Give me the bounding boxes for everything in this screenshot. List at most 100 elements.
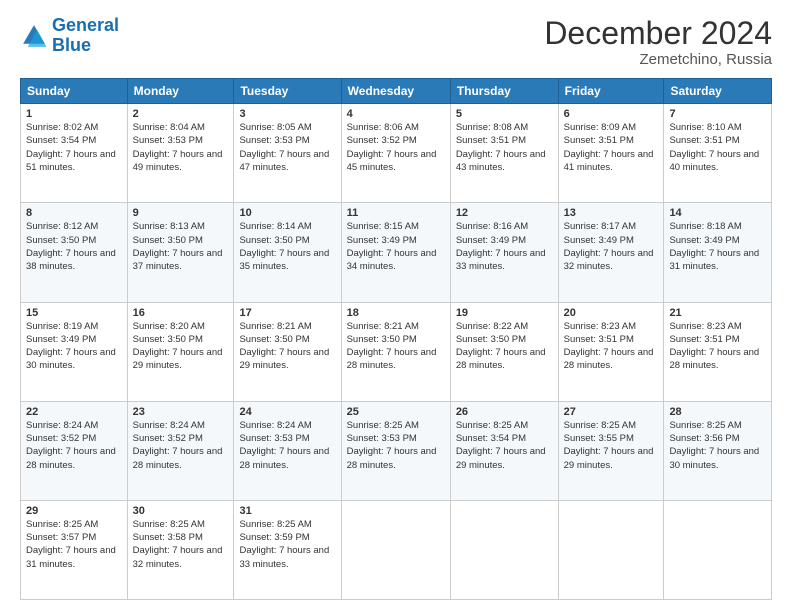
day-detail: Sunrise: 8:21 AMSunset: 3:50 PMDaylight:… <box>239 320 335 373</box>
day-number: 12 <box>456 207 553 219</box>
calendar-cell: 11Sunrise: 8:15 AMSunset: 3:49 PMDayligh… <box>341 203 450 302</box>
day-detail: Sunrise: 8:16 AMSunset: 3:49 PMDaylight:… <box>456 220 553 273</box>
day-number: 23 <box>133 406 229 418</box>
calendar-week-5: 29Sunrise: 8:25 AMSunset: 3:57 PMDayligh… <box>21 500 772 599</box>
day-detail: Sunrise: 8:24 AMSunset: 3:53 PMDaylight:… <box>239 419 335 472</box>
day-number: 17 <box>239 307 335 319</box>
calendar-cell: 27Sunrise: 8:25 AMSunset: 3:55 PMDayligh… <box>558 401 664 500</box>
day-detail: Sunrise: 8:05 AMSunset: 3:53 PMDaylight:… <box>239 121 335 174</box>
calendar-title: December 2024 <box>544 16 772 51</box>
calendar-week-1: 1Sunrise: 8:02 AMSunset: 3:54 PMDaylight… <box>21 104 772 203</box>
day-detail: Sunrise: 8:15 AMSunset: 3:49 PMDaylight:… <box>347 220 445 273</box>
calendar-cell <box>664 500 772 599</box>
calendar-cell: 31Sunrise: 8:25 AMSunset: 3:59 PMDayligh… <box>234 500 341 599</box>
day-detail: Sunrise: 8:25 AMSunset: 3:56 PMDaylight:… <box>669 419 766 472</box>
header: General Blue December 2024 Zemetchino, R… <box>20 16 772 68</box>
calendar-header-row: Sunday Monday Tuesday Wednesday Thursday… <box>21 79 772 104</box>
day-detail: Sunrise: 8:25 AMSunset: 3:54 PMDaylight:… <box>456 419 553 472</box>
calendar-cell: 23Sunrise: 8:24 AMSunset: 3:52 PMDayligh… <box>127 401 234 500</box>
day-number: 7 <box>669 108 766 120</box>
calendar-cell: 20Sunrise: 8:23 AMSunset: 3:51 PMDayligh… <box>558 302 664 401</box>
day-number: 30 <box>133 505 229 517</box>
day-detail: Sunrise: 8:25 AMSunset: 3:57 PMDaylight:… <box>26 518 122 571</box>
calendar-cell <box>450 500 558 599</box>
calendar-cell: 17Sunrise: 8:21 AMSunset: 3:50 PMDayligh… <box>234 302 341 401</box>
calendar-cell: 16Sunrise: 8:20 AMSunset: 3:50 PMDayligh… <box>127 302 234 401</box>
calendar-cell: 4Sunrise: 8:06 AMSunset: 3:52 PMDaylight… <box>341 104 450 203</box>
calendar-cell: 25Sunrise: 8:25 AMSunset: 3:53 PMDayligh… <box>341 401 450 500</box>
day-detail: Sunrise: 8:25 AMSunset: 3:59 PMDaylight:… <box>239 518 335 571</box>
header-thursday: Thursday <box>450 79 558 104</box>
calendar-cell: 19Sunrise: 8:22 AMSunset: 3:50 PMDayligh… <box>450 302 558 401</box>
calendar-cell: 14Sunrise: 8:18 AMSunset: 3:49 PMDayligh… <box>664 203 772 302</box>
day-detail: Sunrise: 8:09 AMSunset: 3:51 PMDaylight:… <box>564 121 659 174</box>
header-wednesday: Wednesday <box>341 79 450 104</box>
day-detail: Sunrise: 8:06 AMSunset: 3:52 PMDaylight:… <box>347 121 445 174</box>
day-number: 14 <box>669 207 766 219</box>
calendar-cell: 7Sunrise: 8:10 AMSunset: 3:51 PMDaylight… <box>664 104 772 203</box>
day-number: 16 <box>133 307 229 319</box>
day-number: 2 <box>133 108 229 120</box>
calendar-cell: 6Sunrise: 8:09 AMSunset: 3:51 PMDaylight… <box>558 104 664 203</box>
day-detail: Sunrise: 8:22 AMSunset: 3:50 PMDaylight:… <box>456 320 553 373</box>
day-detail: Sunrise: 8:13 AMSunset: 3:50 PMDaylight:… <box>133 220 229 273</box>
day-number: 5 <box>456 108 553 120</box>
calendar-cell: 30Sunrise: 8:25 AMSunset: 3:58 PMDayligh… <box>127 500 234 599</box>
day-number: 22 <box>26 406 122 418</box>
day-number: 10 <box>239 207 335 219</box>
day-number: 15 <box>26 307 122 319</box>
day-number: 8 <box>26 207 122 219</box>
day-number: 4 <box>347 108 445 120</box>
day-number: 13 <box>564 207 659 219</box>
calendar-subtitle: Zemetchino, Russia <box>544 51 772 68</box>
day-detail: Sunrise: 8:20 AMSunset: 3:50 PMDaylight:… <box>133 320 229 373</box>
calendar-cell: 29Sunrise: 8:25 AMSunset: 3:57 PMDayligh… <box>21 500 128 599</box>
day-detail: Sunrise: 8:14 AMSunset: 3:50 PMDaylight:… <box>239 220 335 273</box>
calendar-cell: 26Sunrise: 8:25 AMSunset: 3:54 PMDayligh… <box>450 401 558 500</box>
header-friday: Friday <box>558 79 664 104</box>
logo-icon <box>20 22 48 50</box>
calendar-cell: 8Sunrise: 8:12 AMSunset: 3:50 PMDaylight… <box>21 203 128 302</box>
calendar-cell <box>558 500 664 599</box>
day-detail: Sunrise: 8:24 AMSunset: 3:52 PMDaylight:… <box>133 419 229 472</box>
day-number: 27 <box>564 406 659 418</box>
calendar-week-3: 15Sunrise: 8:19 AMSunset: 3:49 PMDayligh… <box>21 302 772 401</box>
logo-line2: Blue <box>52 35 91 55</box>
day-detail: Sunrise: 8:18 AMSunset: 3:49 PMDaylight:… <box>669 220 766 273</box>
day-detail: Sunrise: 8:02 AMSunset: 3:54 PMDaylight:… <box>26 121 122 174</box>
calendar-cell: 18Sunrise: 8:21 AMSunset: 3:50 PMDayligh… <box>341 302 450 401</box>
calendar-cell: 10Sunrise: 8:14 AMSunset: 3:50 PMDayligh… <box>234 203 341 302</box>
calendar-cell: 21Sunrise: 8:23 AMSunset: 3:51 PMDayligh… <box>664 302 772 401</box>
day-detail: Sunrise: 8:08 AMSunset: 3:51 PMDaylight:… <box>456 121 553 174</box>
calendar-week-4: 22 Sunrise: 8:24 AMSunset: 3:52 PMDayligh… <box>21 401 772 500</box>
day-detail: Sunrise: 8:25 AMSunset: 3:58 PMDaylight:… <box>133 518 229 571</box>
day-detail: Sunrise: 8:25 AMSunset: 3:53 PMDaylight:… <box>347 419 445 472</box>
header-monday: Monday <box>127 79 234 104</box>
day-detail: Sunrise: 8:23 AMSunset: 3:51 PMDaylight:… <box>564 320 659 373</box>
calendar-table: Sunday Monday Tuesday Wednesday Thursday… <box>20 78 772 600</box>
day-number: 26 <box>456 406 553 418</box>
header-saturday: Saturday <box>664 79 772 104</box>
calendar-cell: 22Sunrise: 8:24 AMSunset: 3:52 PMDayligh… <box>21 401 128 500</box>
calendar-cell <box>341 500 450 599</box>
logo-line1: General <box>52 15 119 35</box>
calendar-cell: 5Sunrise: 8:08 AMSunset: 3:51 PMDaylight… <box>450 104 558 203</box>
day-number: 11 <box>347 207 445 219</box>
calendar-cell: 3Sunrise: 8:05 AMSunset: 3:53 PMDaylight… <box>234 104 341 203</box>
day-detail: Sunrise: 8:12 AMSunset: 3:50 PMDaylight:… <box>26 220 122 273</box>
day-detail: Sunrise: 8:21 AMSunset: 3:50 PMDaylight:… <box>347 320 445 373</box>
day-number: 1 <box>26 108 122 120</box>
logo-text: General Blue <box>52 16 119 56</box>
calendar-cell: 1Sunrise: 8:02 AMSunset: 3:54 PMDaylight… <box>21 104 128 203</box>
calendar-cell: 13Sunrise: 8:17 AMSunset: 3:49 PMDayligh… <box>558 203 664 302</box>
day-number: 29 <box>26 505 122 517</box>
day-number: 31 <box>239 505 335 517</box>
logo: General Blue <box>20 16 119 56</box>
day-number: 21 <box>669 307 766 319</box>
day-number: 3 <box>239 108 335 120</box>
day-number: 25 <box>347 406 445 418</box>
header-sunday: Sunday <box>21 79 128 104</box>
day-detail: Sunrise: 8:17 AMSunset: 3:49 PMDaylight:… <box>564 220 659 273</box>
header-tuesday: Tuesday <box>234 79 341 104</box>
calendar-cell: 2Sunrise: 8:04 AMSunset: 3:53 PMDaylight… <box>127 104 234 203</box>
